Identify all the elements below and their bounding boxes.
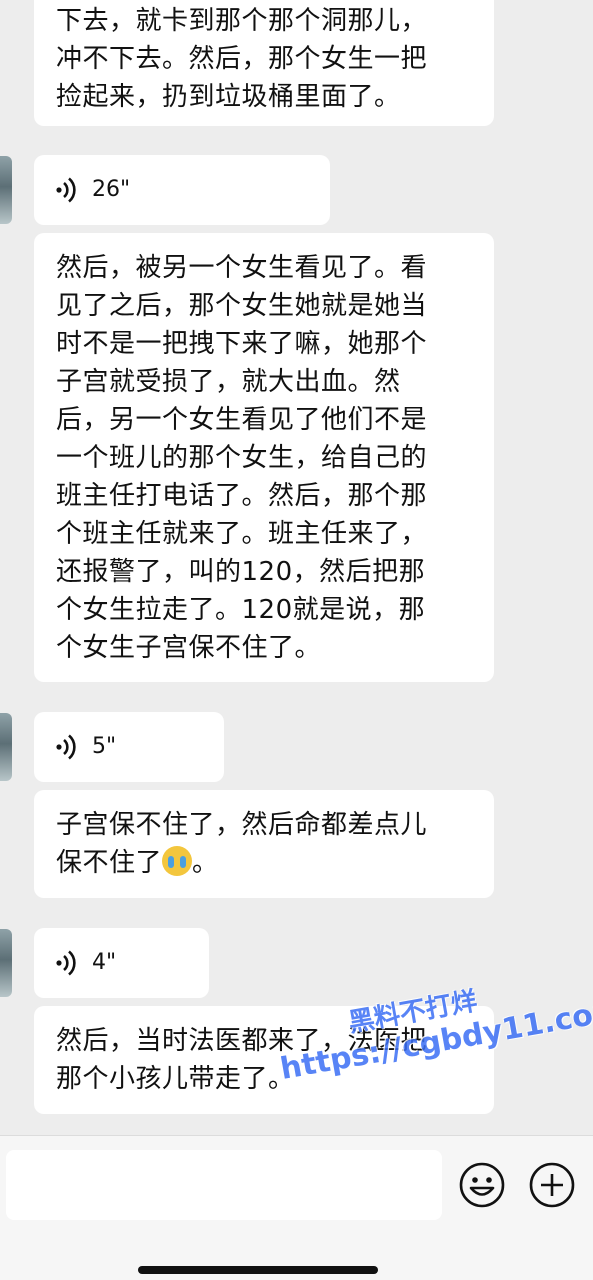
voice-duration: 26" [92,177,131,202]
voice-wave-icon [56,177,76,203]
message-bubble[interactable]: 子宫保不住了，然后命都差点儿 保不住了。 [34,790,494,898]
message-input[interactable] [6,1150,442,1220]
loudly-crying-emoji-icon [162,846,193,876]
message-text-line2: 保不住了 [56,848,163,878]
voice-wave-icon [56,734,76,760]
avatar[interactable] [0,713,12,781]
voice-duration: 5" [92,734,117,759]
message-text-line2-end: 。 [192,848,219,878]
avatar[interactable] [0,929,12,997]
voice-message[interactable]: 5" [34,712,224,782]
chat-area[interactable]: 下去，就卡到那个那个洞那儿， 冲不下去。然后，那个女生一把 捡起来，扔到垃圾桶里… [0,0,593,1135]
message-text-line1: 子宫保不住了，然后命都差点儿 [56,810,428,840]
voice-duration: 4" [92,950,117,975]
message-text: 子宫保不住了，然后命都差点儿 保不住了。 [56,806,472,882]
message-bubble[interactable]: 下去，就卡到那个那个洞那儿， 冲不下去。然后，那个女生一把 捡起来，扔到垃圾桶里… [34,0,494,126]
message-text: 下去，就卡到那个那个洞那儿， 冲不下去。然后，那个女生一把 捡起来，扔到垃圾桶里… [56,6,428,112]
smiley-icon[interactable] [458,1161,506,1209]
voice-message[interactable]: 26" [34,155,330,225]
voice-wave-icon [56,950,76,976]
home-indicator[interactable] [138,1266,378,1274]
message-text: 然后，被另一个女生看见了。看 见了之后，那个女生她就是她当 时不是一把拽下来了嘛… [56,253,428,663]
input-bar [0,1135,593,1280]
voice-message[interactable]: 4" [34,928,209,998]
message-bubble[interactable]: 然后，被另一个女生看见了。看 见了之后，那个女生她就是她当 时不是一把拽下来了嘛… [34,233,494,682]
avatar[interactable] [0,156,12,224]
plus-circle-icon[interactable] [528,1161,576,1209]
